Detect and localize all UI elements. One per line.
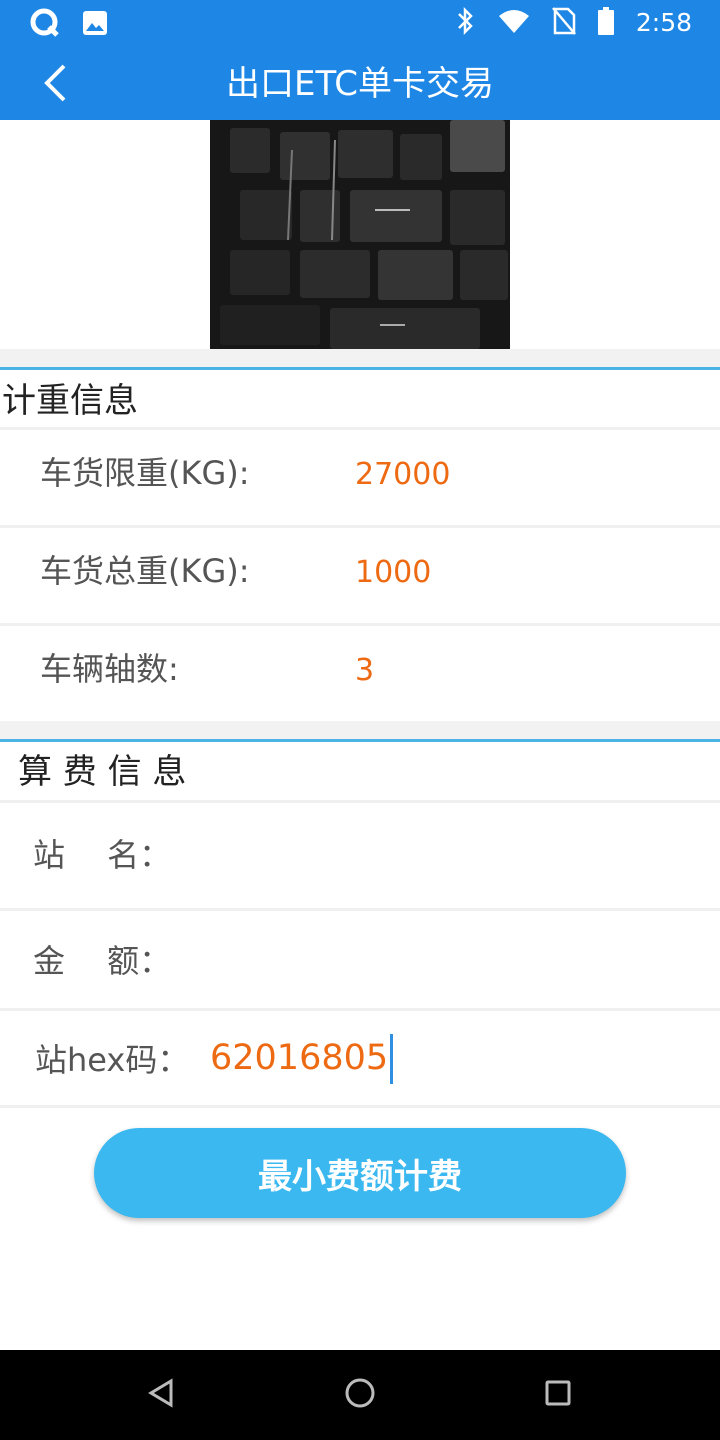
app-bar: 出口ETC单卡交易	[0, 48, 720, 120]
vehicle-photo	[210, 120, 510, 349]
status-bar: 2:58	[0, 0, 720, 48]
list-item: 车货限重(KG): 27000	[0, 427, 720, 525]
station-hex-label: 站hex码：	[35, 1041, 190, 1079]
q-app-icon	[30, 8, 60, 42]
station-name-label: 站 名：	[33, 836, 172, 874]
text-cursor	[390, 1034, 394, 1084]
divider-band	[0, 721, 720, 739]
row-value: 3	[355, 653, 375, 688]
bluetooth-icon	[456, 6, 476, 40]
row-value: 1000	[355, 555, 432, 590]
section-divider	[0, 367, 720, 370]
nav-back-button[interactable]	[136, 1370, 186, 1420]
amount-row: 金 额：	[0, 908, 720, 1008]
station-name-row: 站 名：	[0, 800, 720, 908]
page-title: 出口ETC单卡交易	[226, 64, 494, 104]
list-item: 车货总重(KG): 1000	[0, 525, 720, 623]
back-triangle-icon	[147, 1378, 175, 1412]
no-sim-icon	[551, 7, 576, 39]
station-hex-input[interactable]: 62016805	[210, 1033, 394, 1084]
divider-band	[0, 349, 720, 367]
battery-icon	[597, 7, 614, 39]
system-nav-bar	[0, 1350, 720, 1440]
min-fee-billing-button[interactable]: 最小费额计费	[94, 1128, 626, 1218]
row-label: 车货总重(KG):	[40, 552, 250, 590]
station-hex-row: 站hex码： 62016805	[0, 1008, 720, 1108]
row-value: 27000	[355, 457, 451, 492]
list-item: 车辆轴数: 3	[0, 623, 720, 721]
station-hex-value: 62016805	[210, 1038, 389, 1078]
nav-home-button[interactable]	[335, 1370, 385, 1420]
nav-recents-button[interactable]	[533, 1370, 583, 1420]
amount-label: 金 额：	[33, 942, 172, 980]
billing-section-title: 算 费 信 息	[18, 752, 187, 792]
recents-square-icon	[544, 1379, 572, 1411]
home-circle-icon	[344, 1377, 376, 1413]
row-label: 车辆轴数:	[40, 650, 179, 688]
wifi-icon	[498, 8, 530, 38]
row-label: 车货限重(KG):	[40, 454, 250, 492]
weighing-section-title: 计重信息	[2, 381, 138, 421]
status-time: 2:58	[635, 8, 692, 37]
image-icon	[82, 10, 108, 40]
section-divider	[0, 739, 720, 742]
